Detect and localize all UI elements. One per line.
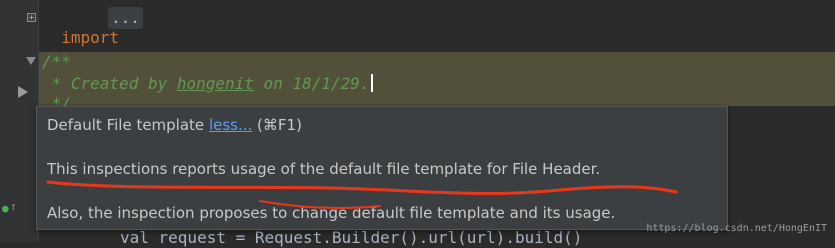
doc-author: hongenit	[176, 74, 254, 93]
inspection-tooltip: Default File template less... (⌘F1) This…	[36, 106, 728, 230]
tooltip-description-line1: This inspections reports usage of the de…	[47, 160, 601, 178]
doc-created-prefix: * Created by	[42, 74, 177, 93]
implement-marker-icon[interactable]: ●	[2, 202, 9, 215]
tooltip-title-text: Default File template	[47, 116, 209, 134]
override-arrow-icon[interactable]: ↑	[10, 200, 17, 213]
tooltip-less-link[interactable]: less...	[209, 116, 252, 134]
run-arrow-icon[interactable]	[18, 86, 28, 98]
doc-comment-open[interactable]: /**	[42, 52, 71, 72]
doc-created-suffix: on 18/1/29.	[253, 74, 370, 93]
code-line-request[interactable]: val request = Request.Builder().url(url)…	[120, 228, 582, 248]
tooltip-shortcut: (⌘F1)	[252, 116, 302, 134]
text-caret	[370, 74, 373, 92]
import-keyword: import	[61, 28, 120, 47]
fold-collapse-icon[interactable]	[26, 57, 36, 65]
fold-expand-icon[interactable]: +	[27, 13, 36, 22]
tooltip-title: Default File template less... (⌘F1)	[47, 116, 302, 134]
tooltip-description-line2: Also, the inspection proposes to change …	[47, 204, 616, 222]
doc-comment-created-line[interactable]: * Created by hongenit on 18/1/29.	[42, 74, 373, 94]
watermark: https://blog.csdn.net/HongEnIT	[646, 223, 827, 234]
collapsed-imports[interactable]: ...	[108, 7, 143, 29]
